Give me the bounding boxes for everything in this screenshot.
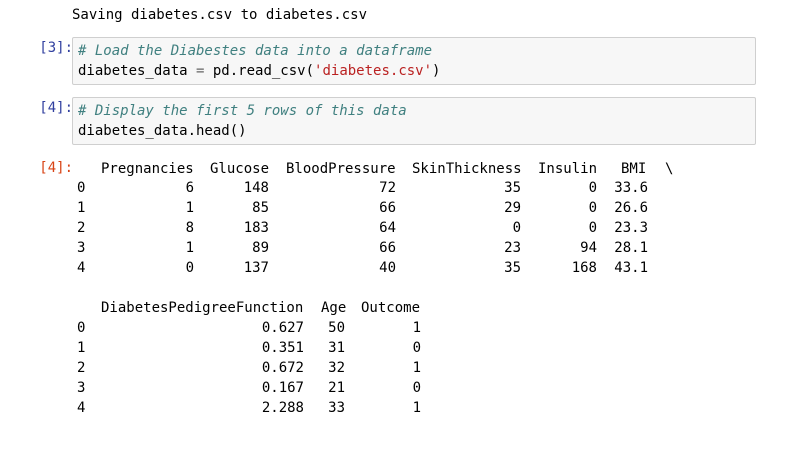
column-header: Glucose: [210, 161, 270, 177]
row-index: 0: [77, 320, 86, 336]
column-header: Pregnancies: [101, 161, 194, 177]
dataframe-output: Pregnancies Glucose BloodPressure SkinTh…: [0, 0, 811, 450]
table-cell: 1: [185, 240, 194, 256]
table-cell: 64: [379, 220, 396, 236]
row-index: 2: [77, 360, 86, 376]
table-cell: 148: [243, 180, 269, 196]
table-cell: 137: [243, 260, 269, 276]
table-cell: 50: [328, 320, 345, 336]
column-header: BloodPressure: [286, 161, 396, 177]
row-index: 2: [77, 220, 86, 236]
table-cell: 72: [379, 180, 396, 196]
table-cell: 8: [185, 220, 194, 236]
column-header: DiabetesPedigreeFunction: [101, 300, 304, 316]
row-index: 0: [77, 180, 86, 196]
table-cell: 0: [412, 340, 421, 356]
table-cell: 0: [412, 380, 421, 396]
column-header: Insulin: [538, 161, 598, 177]
column-header: SkinThickness: [412, 161, 522, 177]
table-cell: 28.1: [614, 240, 648, 256]
column-header: BMI: [621, 161, 647, 177]
table-cell: 33.6: [614, 180, 648, 196]
table-cell: 6: [185, 180, 194, 196]
row-index: 1: [77, 200, 86, 216]
table-cell: 1: [185, 200, 194, 216]
table-cell: 66: [379, 200, 396, 216]
table-cell: 32: [328, 360, 345, 376]
table-cell: 0: [185, 260, 194, 276]
table-cell: 29: [504, 200, 521, 216]
table-cell: 89: [252, 240, 269, 256]
table-cell: 21: [328, 380, 345, 396]
table-cell: 85: [252, 200, 269, 216]
row-index: 4: [77, 260, 86, 276]
table-cell: 35: [504, 180, 521, 196]
table-cell: 0: [512, 220, 521, 236]
table-cell: 1: [412, 320, 421, 336]
table-cell: 26.6: [614, 200, 648, 216]
table-cell: 1: [412, 360, 421, 376]
table-cell: 66: [379, 240, 396, 256]
table-cell: 183: [243, 220, 269, 236]
table-cell: 40: [379, 260, 396, 276]
line-continuation: \: [665, 161, 674, 177]
row-index: 4: [77, 400, 86, 416]
column-header: Outcome: [361, 300, 421, 316]
row-index: 1: [77, 340, 86, 356]
row-index: 3: [77, 380, 86, 396]
table-cell: 23.3: [614, 220, 648, 236]
notebook-page: Saving diabetes.csv to diabetes.csv [3]:…: [0, 0, 811, 450]
table-cell: 43.1: [614, 260, 648, 276]
table-cell: 23: [504, 240, 521, 256]
column-header: Age: [321, 300, 347, 316]
table-cell: 31: [328, 340, 345, 356]
table-cell: 1: [412, 400, 421, 416]
table-cell: 35: [504, 260, 521, 276]
table-cell: 33: [328, 400, 345, 416]
row-index: 3: [77, 240, 86, 256]
